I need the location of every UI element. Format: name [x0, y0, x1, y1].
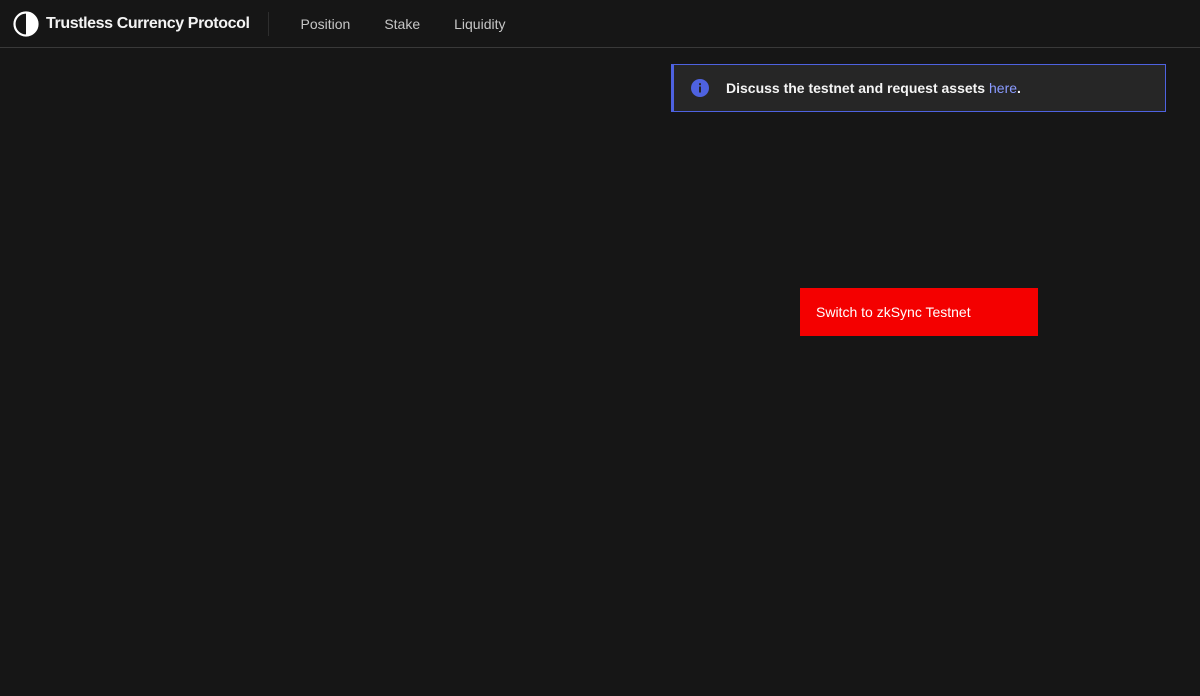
half-circle-logo-icon	[13, 10, 39, 37]
notice-link-here[interactable]: here	[989, 80, 1017, 96]
brand[interactable]: Trustless Currency Protocol	[0, 10, 269, 37]
notice-text: Discuss the testnet and request assets	[726, 80, 989, 96]
top-header: Trustless Currency Protocol Position Sta…	[0, 0, 1200, 48]
nav-item-position[interactable]: Position	[284, 0, 368, 48]
nav-item-liquidity[interactable]: Liquidity	[437, 0, 522, 48]
testnet-notice: Discuss the testnet and request assets h…	[671, 64, 1166, 112]
switch-network-button[interactable]: Switch to zkSync Testnet	[800, 288, 1038, 336]
main-nav: Position Stake Liquidity	[284, 0, 523, 48]
notice-message: Discuss the testnet and request assets h…	[726, 80, 1021, 96]
brand-name: Trustless Currency Protocol	[46, 14, 250, 32]
nav-item-stake[interactable]: Stake	[367, 0, 437, 48]
info-icon	[691, 79, 709, 97]
notice-trailing: .	[1017, 80, 1021, 96]
